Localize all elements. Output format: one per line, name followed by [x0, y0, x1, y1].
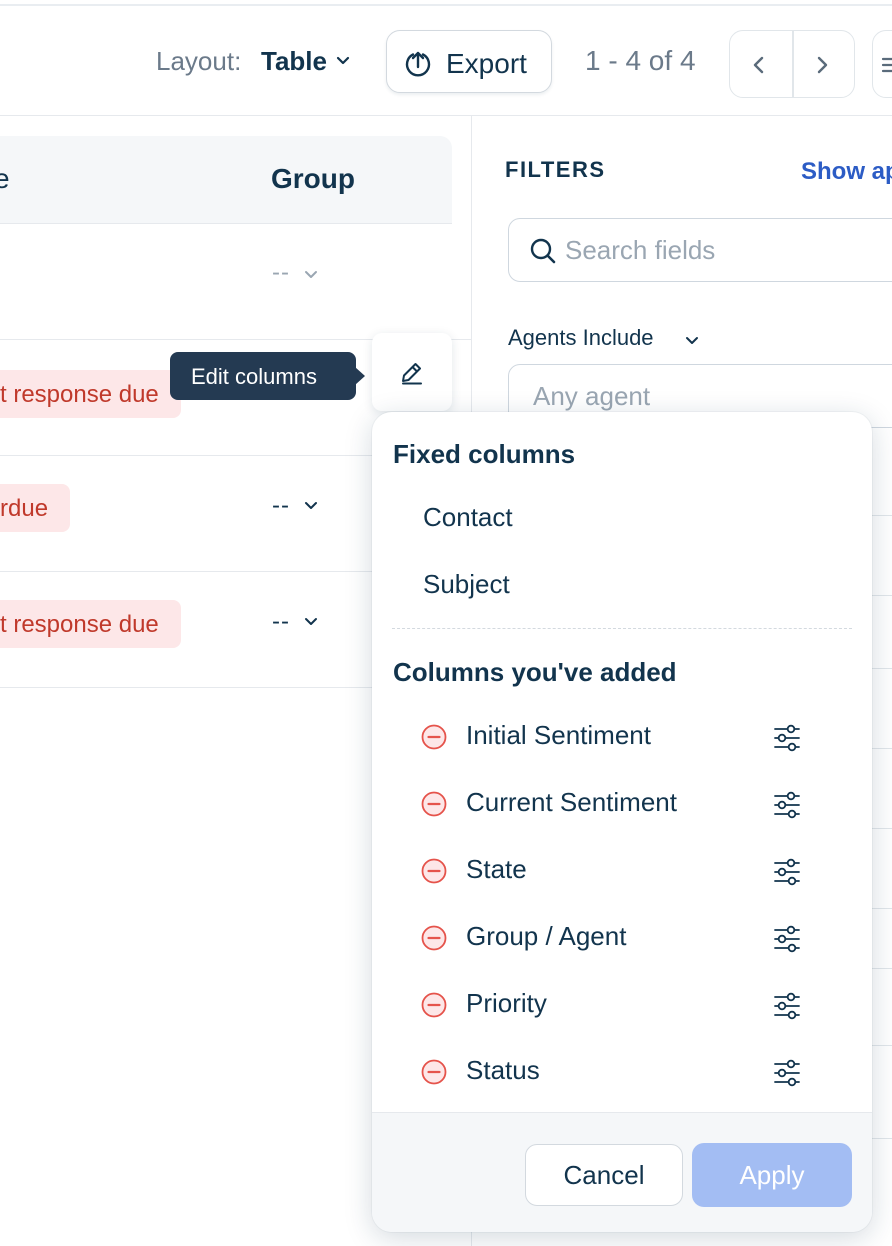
column-header-group: Group: [271, 163, 355, 194]
minus-circle-icon[interactable]: [421, 925, 447, 951]
group-value: --: [272, 608, 290, 635]
search-fields-box: [508, 218, 892, 282]
added-column-item[interactable]: Group / Agent: [372, 915, 872, 975]
minus-circle-icon[interactable]: [421, 724, 447, 750]
column-name: Priority: [466, 988, 547, 1018]
sliders-icon[interactable]: [772, 923, 802, 955]
chevron-left-icon[interactable]: [750, 55, 768, 75]
divider: [872, 595, 892, 596]
apply-button[interactable]: Apply: [692, 1143, 852, 1207]
chevron-down-icon[interactable]: [336, 56, 350, 66]
divider: [872, 668, 892, 669]
search-icon: [530, 238, 556, 264]
search-fields-input[interactable]: [565, 229, 892, 271]
sliders-icon[interactable]: [772, 1057, 802, 1089]
column-name: Group / Agent: [466, 921, 627, 951]
chevron-down-icon[interactable]: [304, 501, 318, 511]
table-row[interactable]: --: [0, 224, 471, 340]
status-badge: t response due: [0, 370, 181, 418]
popover-footer: Cancel Apply: [372, 1112, 872, 1232]
cancel-button[interactable]: Cancel: [525, 1144, 683, 1206]
group-value: --: [272, 492, 290, 519]
show-applied-link[interactable]: Show ap: [801, 158, 892, 186]
sliders-icon[interactable]: [772, 789, 802, 821]
panel-icon: [881, 57, 892, 73]
layout-toggle-button[interactable]: [872, 30, 892, 98]
added-columns-title: Columns you've added: [393, 657, 677, 687]
pagination-text: 1 - 4 of 4: [585, 45, 696, 76]
minus-circle-icon[interactable]: [421, 992, 447, 1018]
chevron-right-icon[interactable]: [813, 55, 831, 75]
edit-columns-tooltip: Edit columns: [170, 352, 365, 400]
added-column-item[interactable]: Current Sentiment: [372, 781, 872, 841]
divider: [872, 1045, 892, 1046]
added-column-item[interactable]: State: [372, 848, 872, 908]
agent-select-placeholder: Any agent: [533, 381, 651, 411]
pencil-icon: [402, 363, 422, 385]
group-value: --: [272, 259, 290, 286]
divider: [872, 968, 892, 969]
chevron-down-icon[interactable]: [304, 617, 318, 627]
agents-include-label[interactable]: Agents Include: [508, 325, 654, 351]
minus-circle-icon[interactable]: [421, 1059, 447, 1085]
fixed-columns-title: Fixed columns: [393, 439, 576, 469]
sliders-icon[interactable]: [772, 856, 802, 888]
export-label: Export: [446, 48, 527, 79]
layout-label: Layout:: [156, 46, 242, 76]
sliders-icon[interactable]: [772, 722, 802, 754]
divider: [872, 515, 892, 516]
divider: [872, 908, 892, 909]
toolbar: Layout: Table Export 1 - 4 of 4: [0, 6, 892, 116]
layout-dropdown[interactable]: Table: [261, 46, 327, 77]
upload-circle-icon: [405, 51, 431, 77]
minus-circle-icon[interactable]: [421, 791, 447, 817]
column-name: Initial Sentiment: [466, 720, 651, 750]
fixed-column-item: Subject: [423, 569, 510, 599]
tooltip-arrow: [355, 367, 365, 385]
divider: [872, 828, 892, 829]
fixed-column-item: Contact: [423, 502, 513, 532]
edit-columns-button[interactable]: [372, 333, 452, 411]
minus-circle-icon[interactable]: [421, 858, 447, 884]
tooltip-text: Edit columns: [191, 364, 317, 389]
pagination-controls: [729, 30, 855, 98]
added-column-item[interactable]: Status: [372, 1049, 872, 1109]
status-badge: rdue: [0, 484, 71, 532]
column-name: State: [466, 854, 527, 884]
status-badge: t response due: [0, 600, 181, 648]
section-divider: [392, 628, 852, 629]
chevron-down-icon[interactable]: [304, 270, 318, 280]
export-button[interactable]: Export: [386, 30, 552, 93]
added-column-item[interactable]: Priority: [372, 982, 872, 1042]
column-header-partial: e: [0, 163, 10, 194]
divider: [872, 748, 892, 749]
column-name: Current Sentiment: [466, 787, 677, 817]
divider: [872, 1138, 892, 1139]
filters-title: FILTERS: [505, 157, 606, 182]
added-column-item[interactable]: Initial Sentiment: [372, 714, 872, 774]
sliders-icon[interactable]: [772, 990, 802, 1022]
chevron-down-icon[interactable]: [685, 336, 699, 346]
pager-divider: [792, 31, 794, 97]
column-name: Status: [466, 1055, 540, 1085]
table-header: e Group: [0, 136, 452, 224]
column-editor-popover: Fixed columns Contact Subject Columns yo…: [372, 412, 872, 1232]
